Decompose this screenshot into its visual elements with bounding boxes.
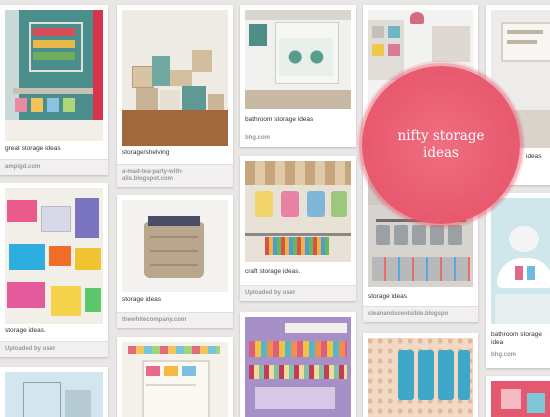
title-badge: nifty storage ideas — [362, 66, 520, 224]
pin-caption: bathroom storage idea — [491, 331, 542, 346]
pin-card[interactable] — [363, 333, 478, 417]
pin-image[interactable] — [5, 10, 103, 141]
pin-caption: great storage ideas — [5, 145, 61, 152]
pin-card[interactable]: bathroom storage ideas bhg.com — [240, 5, 356, 147]
pin-caption: storage/shelving — [122, 149, 170, 156]
pin-card[interactable]: bathroom storage idea bhg.com — [486, 193, 550, 368]
pin-card[interactable] — [117, 337, 233, 417]
pin-caption: storage ideas — [368, 293, 408, 300]
pin-card[interactable]: storage ideas thewhitecompany.com — [117, 195, 233, 328]
pin-caption: storage ideas — [122, 296, 162, 303]
pin-caption: storage ideas. — [5, 327, 46, 334]
pin-caption: ideas — [526, 153, 542, 160]
pin-source[interactable]: thewhitecompany.com — [117, 312, 233, 328]
pin-card[interactable]: great storage ideas ampigd.com — [0, 5, 108, 175]
pin-source[interactable]: Uploaded by user — [0, 341, 108, 357]
pin-image[interactable] — [245, 10, 351, 109]
pin-source[interactable]: cleanandscentsible.blogspo — [363, 306, 478, 322]
badge-title-line2: ideas — [423, 145, 459, 161]
pin-image[interactable] — [5, 372, 103, 417]
pin-image[interactable] — [122, 200, 228, 292]
pin-card[interactable]: storage ideas. Uploaded by user — [0, 183, 108, 357]
pin-card[interactable]: craft storage ideas. Uploaded by user — [240, 156, 356, 301]
pin-image[interactable] — [491, 198, 550, 324]
pin-image[interactable] — [368, 338, 473, 417]
pin-card[interactable]: storage/shelving a-mad-tea-party-with-al… — [117, 5, 233, 187]
badge-title-line1: nifty storage — [397, 128, 485, 144]
pin-source[interactable]: ampigd.com — [0, 159, 108, 175]
pin-source[interactable]: a-mad-tea-party-with-alis.blogspot.com — [117, 164, 233, 187]
pin-card[interactable] — [0, 367, 108, 417]
pin-image[interactable] — [245, 317, 351, 417]
pin-source[interactable]: Uploaded by user — [240, 285, 356, 301]
pin-source[interactable]: bhg.com — [486, 348, 550, 363]
pin-source[interactable]: bhg.com — [240, 131, 356, 146]
pin-image[interactable] — [245, 161, 351, 262]
pin-image[interactable] — [491, 381, 550, 417]
pin-caption: craft storage ideas. — [245, 268, 301, 275]
pin-image[interactable] — [122, 10, 228, 146]
pin-card[interactable] — [240, 312, 356, 417]
pin-card[interactable] — [486, 376, 550, 417]
pin-caption: bathroom storage ideas — [245, 116, 314, 123]
pin-image[interactable] — [122, 342, 228, 417]
pin-image[interactable] — [5, 188, 103, 324]
